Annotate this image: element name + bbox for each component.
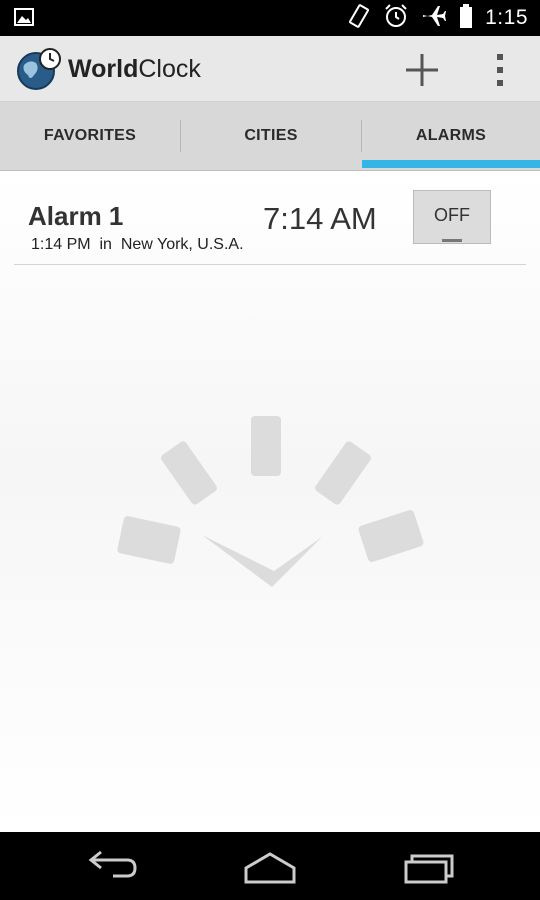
back-icon[interactable] [83, 846, 143, 886]
selected-tab-indicator [362, 160, 540, 168]
alarm-rays-watermark-icon [110, 411, 430, 596]
navigation-bar [0, 832, 540, 900]
recent-apps-icon[interactable] [400, 846, 460, 886]
home-icon[interactable] [240, 846, 300, 886]
world-clock-logo-icon[interactable] [16, 47, 62, 96]
alarm-toggle-button[interactable]: OFF [413, 190, 491, 244]
alarm-location-time: 1:14 PM in New York, U.S.A. [31, 236, 244, 253]
gallery-icon [14, 8, 34, 31]
battery-icon [459, 3, 473, 33]
status-time: 1:15 [485, 6, 528, 29]
airplane-icon [421, 4, 447, 33]
add-icon[interactable] [400, 50, 444, 90]
alarm-name: Alarm 1 [28, 201, 124, 231]
action-bar: WorldClock [0, 36, 540, 102]
app-title: WorldClock [68, 55, 201, 83]
toggle-indicator [442, 239, 462, 242]
alarm-row[interactable]: Alarm 1 1:14 PM in New York, U.S.A. 7:14… [14, 171, 526, 265]
rotate-icon [347, 3, 371, 34]
alarm-toggle-label: OFF [434, 205, 470, 225]
overflow-menu-icon[interactable] [486, 50, 516, 90]
alarm-clock-icon [383, 3, 409, 34]
tab-favorites[interactable]: FAVORITES [0, 102, 180, 170]
tab-cities[interactable]: CITIES [181, 102, 361, 170]
status-bar: 1:15 [0, 0, 540, 36]
alarm-time: 7:14 AM [263, 201, 377, 236]
alarms-list: Alarm 1 1:14 PM in New York, U.S.A. 7:14… [0, 171, 540, 832]
